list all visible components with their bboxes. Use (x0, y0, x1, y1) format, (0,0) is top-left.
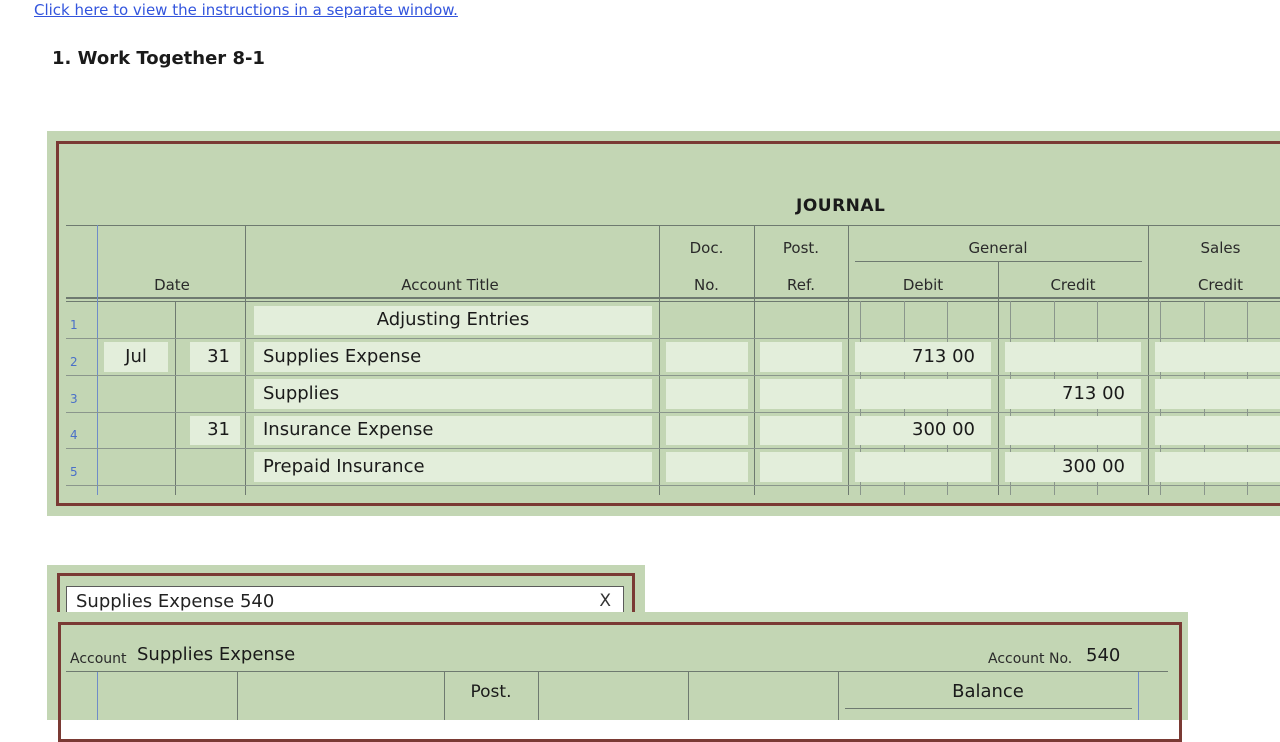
debit-amount: 713 00 (912, 346, 975, 367)
grid-line (245, 225, 246, 495)
post-ref-input[interactable] (760, 416, 842, 445)
account-title-text: Adjusting Entries (376, 309, 530, 330)
grid-line (175, 301, 176, 495)
account-no: 540 (1086, 645, 1121, 666)
header-general: General (968, 239, 1028, 257)
grid-line (97, 672, 98, 720)
row-line (66, 375, 1280, 376)
journal-title: JOURNAL (796, 196, 886, 216)
credit-amount: 300 00 (1062, 456, 1125, 477)
grid-line (237, 672, 238, 720)
month-text: Jul (125, 346, 147, 367)
grid-line (659, 225, 660, 495)
account-title-text: Supplies (263, 383, 340, 404)
page-title: 1. Work Together 8-1 (52, 48, 265, 69)
day-text: 31 (207, 419, 230, 440)
doc-no-input[interactable] (666, 452, 748, 482)
doc-no-input[interactable] (666, 416, 748, 445)
header-account-title: Account Title (401, 276, 499, 294)
header-doc: Doc. (689, 239, 724, 257)
credit-input[interactable] (1005, 342, 1141, 372)
header-post: Post. (782, 239, 820, 257)
grid-line (1138, 672, 1139, 720)
credit-input[interactable] (1005, 416, 1141, 445)
post-ref-input[interactable] (760, 342, 842, 372)
grid-line (97, 225, 98, 495)
sales-credit-input[interactable] (1155, 452, 1280, 482)
header-date: Date (154, 276, 190, 294)
row-line (66, 338, 1280, 339)
row-line (66, 412, 1280, 413)
header-top-line (66, 225, 1280, 226)
ledger-header-line (66, 671, 1168, 672)
debit-input[interactable] (855, 379, 991, 409)
ledger-header-post: Post. (470, 682, 512, 702)
account-label: Account (70, 651, 127, 667)
credit-amount: 713 00 (1062, 383, 1125, 404)
balance-underline (845, 708, 1132, 709)
sales-credit-input[interactable] (1155, 416, 1280, 445)
header-doc-no: No. (694, 276, 719, 294)
doc-no-input[interactable] (666, 379, 748, 409)
instructions-link[interactable]: Click here to view the instructions in a… (34, 1, 458, 19)
account-select-text: Supplies Expense 540 (76, 591, 275, 612)
debit-amount: 300 00 (912, 419, 975, 440)
post-ref-input[interactable] (760, 379, 842, 409)
account-title-text: Insurance Expense (263, 419, 434, 440)
doc-no-input[interactable] (666, 342, 748, 372)
header-bottom-line (66, 297, 1280, 299)
header-post-ref: Ref. (787, 276, 815, 294)
grid-line (688, 672, 689, 720)
account-title-text: Prepaid Insurance (263, 456, 425, 477)
row-number: 3 (70, 392, 78, 406)
header-debit: Debit (902, 276, 944, 294)
row-line (66, 448, 1280, 449)
grid-line (754, 225, 755, 495)
header-sales-credit: Credit (1197, 276, 1244, 294)
sales-credit-input[interactable] (1155, 379, 1280, 409)
header-sales: Sales (1200, 239, 1241, 257)
close-icon[interactable]: X (599, 591, 611, 611)
row-line (66, 485, 1280, 486)
account-title-text: Supplies Expense (263, 346, 422, 367)
post-ref-input[interactable] (760, 452, 842, 482)
debit-input[interactable] (855, 452, 991, 482)
sales-credit-input[interactable] (1155, 342, 1280, 372)
ledger-header-balance: Balance (952, 681, 1024, 702)
header-credit: Credit (1050, 276, 1096, 294)
account-select[interactable]: Supplies Expense 540 X (66, 586, 624, 615)
row-number: 1 (70, 318, 78, 332)
account-no-label: Account No. (988, 651, 1073, 667)
account-name: Supplies Expense (137, 644, 296, 665)
row-number: 2 (70, 355, 78, 369)
grid-line (538, 672, 539, 720)
grid-line (1148, 225, 1149, 495)
grid-line (998, 262, 999, 495)
grid-line (848, 225, 849, 495)
day-text: 31 (207, 346, 230, 367)
row-number: 5 (70, 465, 78, 479)
row-number: 4 (70, 428, 78, 442)
